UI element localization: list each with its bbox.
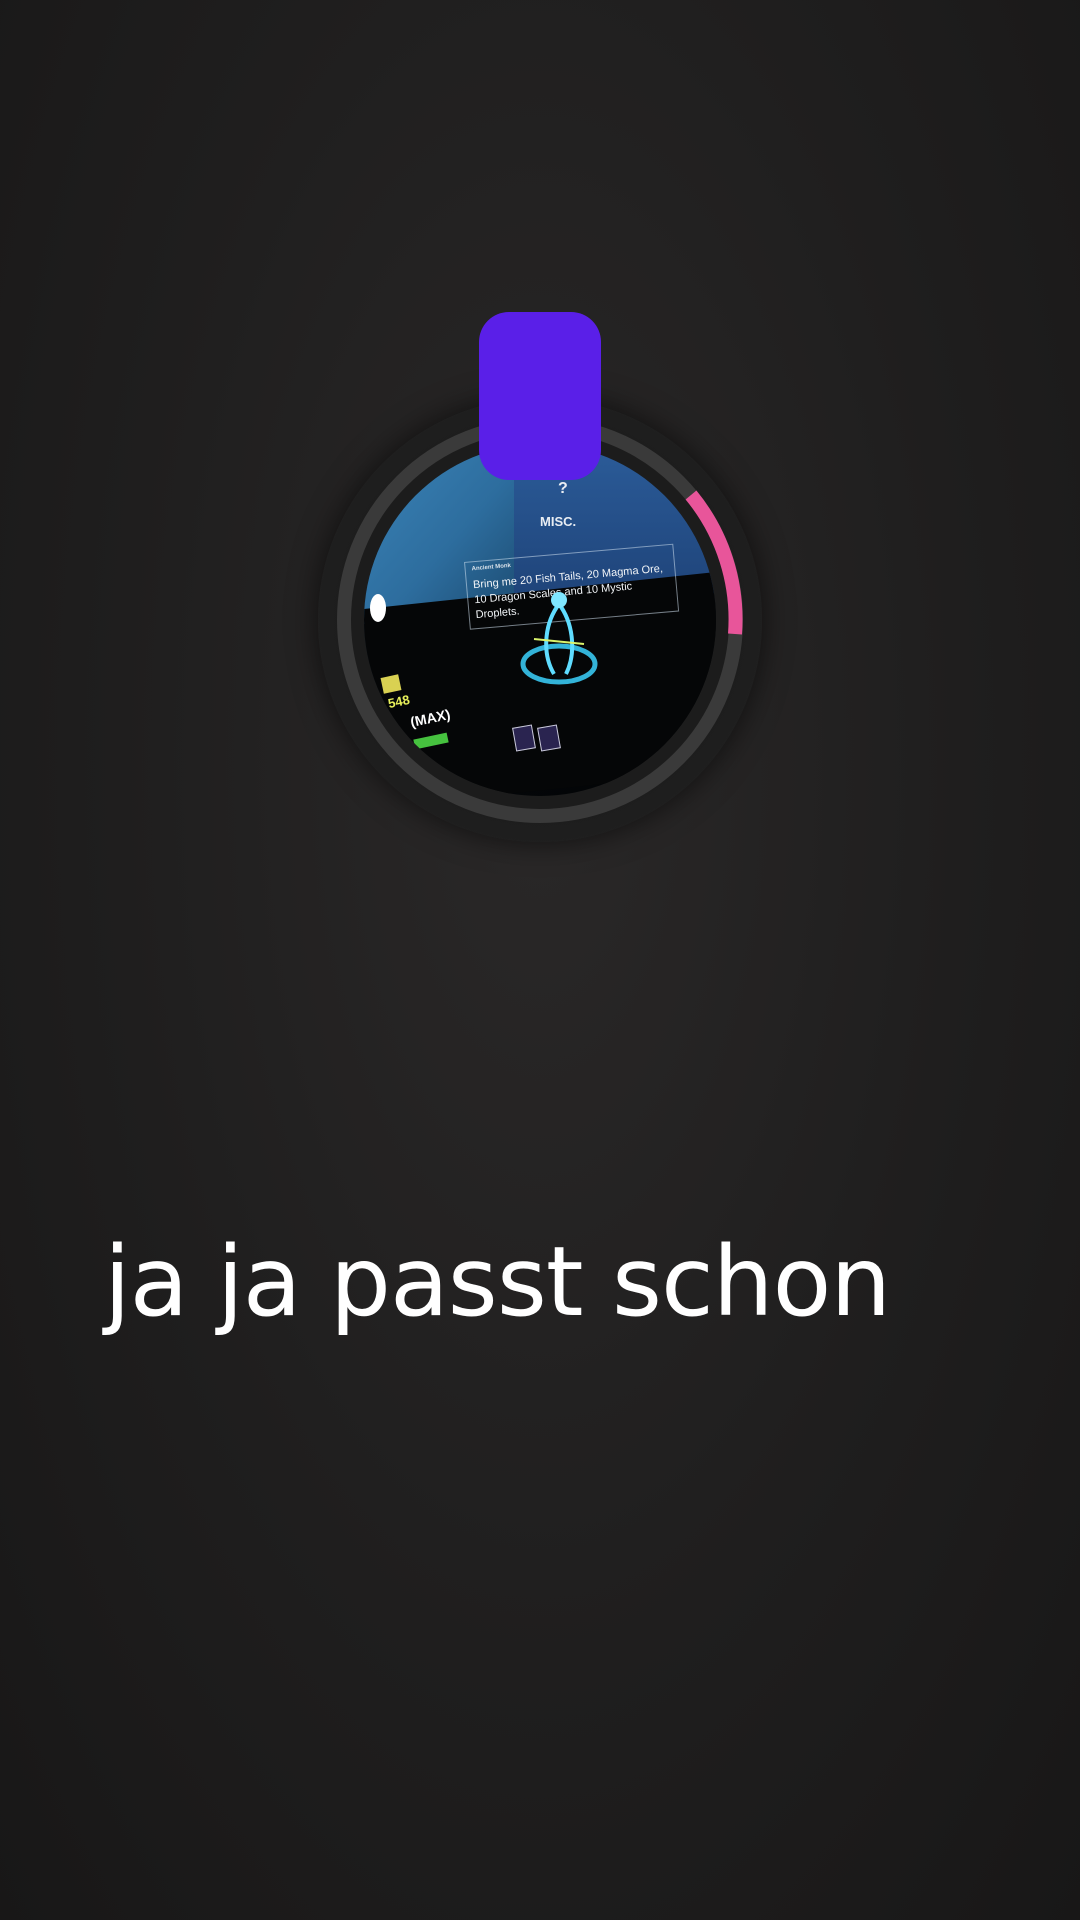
record-button[interactable] — [479, 312, 601, 480]
progress-ring-track — [337, 417, 743, 823]
camera-screen: ? MISC. Ancient Monk Bring me 20 Fish Ta… — [0, 0, 1080, 1920]
progress-ring-arc — [685, 490, 743, 635]
caption-text: ja ja passt schon — [104, 1226, 891, 1338]
